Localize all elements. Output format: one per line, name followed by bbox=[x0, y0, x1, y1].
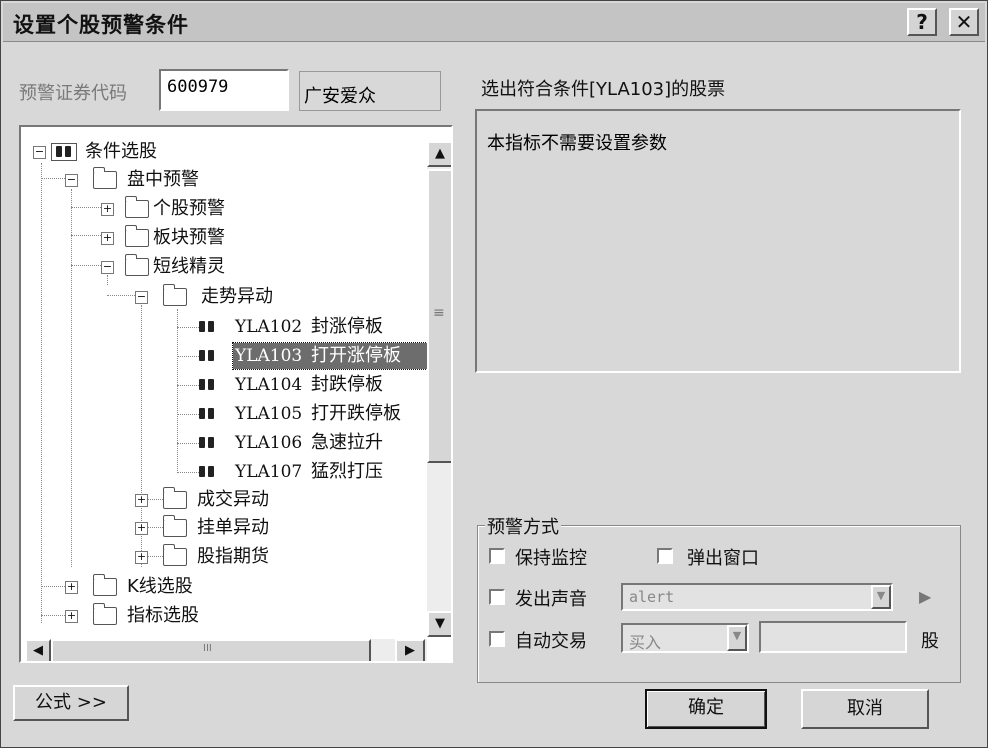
formula-button[interactable]: 公式 >> bbox=[13, 685, 129, 721]
keep-monitor-checkbox[interactable] bbox=[489, 548, 505, 564]
collapse-icon[interactable]: − bbox=[135, 291, 148, 304]
grip-icon: III bbox=[203, 643, 212, 654]
alert-method-label: 预警方式 bbox=[485, 513, 561, 539]
scroll-down-button[interactable]: ▼ bbox=[427, 611, 451, 637]
close-icon: ✕ bbox=[955, 10, 973, 34]
expand-icon[interactable]: + bbox=[135, 522, 148, 535]
title-bar[interactable]: 设置个股预警条件 ? ✕ bbox=[3, 3, 985, 42]
stock-name-field: 广安爱众 bbox=[299, 71, 441, 111]
trade-quantity-input[interactable] bbox=[759, 621, 907, 653]
play-sound-icon[interactable]: ▶ bbox=[919, 587, 931, 606]
grip-icon: ≡ bbox=[433, 305, 445, 321]
cancel-button[interactable]: 取消 bbox=[801, 689, 929, 729]
expand-icon[interactable]: + bbox=[135, 494, 148, 507]
binoculars-icon bbox=[199, 350, 215, 362]
collapse-icon[interactable]: − bbox=[101, 261, 114, 274]
vertical-scroll-thumb[interactable]: ≡ bbox=[427, 169, 451, 463]
chevron-left-icon: ◀ bbox=[33, 643, 43, 658]
sound-select-value: alert bbox=[629, 588, 675, 606]
expand-icon[interactable]: + bbox=[65, 581, 78, 594]
tree-vertical-scrollbar[interactable]: ▲ ≡ ▼ bbox=[427, 141, 451, 637]
stock-code-label: 预警证券代码 bbox=[19, 83, 127, 104]
dialog-title: 设置个股预警条件 bbox=[13, 13, 189, 37]
chevron-right-icon: ▶ bbox=[405, 643, 415, 658]
folder-icon bbox=[125, 254, 149, 276]
folder-icon bbox=[163, 544, 187, 566]
stock-name-value: 广安爱众 bbox=[304, 86, 376, 107]
expand-icon[interactable]: + bbox=[101, 203, 114, 216]
trade-direction-value: 买入 bbox=[629, 633, 662, 652]
quantity-unit-label: 股 bbox=[921, 631, 939, 652]
ok-button[interactable]: 确定 bbox=[645, 689, 767, 729]
auto-trade-checkbox[interactable] bbox=[489, 631, 505, 647]
scroll-right-button[interactable]: ▶ bbox=[395, 639, 425, 661]
tree-horizontal-scrollbar[interactable]: ◀ III ▶ bbox=[25, 639, 427, 661]
formula-button-label: 公式 >> bbox=[35, 692, 107, 713]
binoculars-icon bbox=[199, 379, 215, 391]
ok-button-label: 确定 bbox=[688, 697, 724, 718]
keep-monitor-label: 保持监控 bbox=[515, 548, 587, 569]
sound-select[interactable]: alert ▼ bbox=[621, 583, 893, 611]
binoculars-icon bbox=[199, 437, 215, 449]
collapse-icon[interactable]: − bbox=[65, 174, 78, 187]
folder-icon bbox=[93, 574, 117, 596]
folder-icon bbox=[93, 603, 117, 625]
parameter-panel: 本指标不需要设置参数 bbox=[475, 109, 961, 373]
parameter-text: 本指标不需要设置参数 bbox=[487, 133, 667, 154]
scroll-left-button[interactable]: ◀ bbox=[25, 639, 51, 661]
chevron-down-icon: ▼ bbox=[435, 616, 445, 631]
scroll-up-button[interactable]: ▲ bbox=[427, 141, 451, 167]
folder-icon bbox=[163, 487, 187, 509]
collapse-icon[interactable]: − bbox=[33, 146, 46, 159]
close-button[interactable]: ✕ bbox=[949, 8, 979, 36]
auto-trade-label: 自动交易 bbox=[515, 631, 587, 652]
folder-icon bbox=[125, 196, 149, 218]
popup-window-checkbox[interactable] bbox=[657, 548, 673, 564]
help-icon: ? bbox=[916, 10, 928, 34]
stock-code-input[interactable]: 600979 bbox=[159, 69, 289, 111]
condition-tree[interactable]: − 条件选股 − 盘中预警 + 个股预警 + 板块预警 − 短线精灵 − 走势异… bbox=[19, 125, 453, 663]
binoculars-icon bbox=[199, 321, 215, 333]
chevron-up-icon: ▲ bbox=[435, 146, 445, 161]
expand-icon[interactable]: + bbox=[135, 551, 148, 564]
popup-window-label: 弹出窗口 bbox=[687, 548, 759, 569]
warning-conditions-dialog: 设置个股预警条件 ? ✕ 预警证券代码 600979 广安爱众 − 条件选股 −… bbox=[0, 0, 988, 748]
folder-icon bbox=[125, 225, 149, 247]
horizontal-scroll-thumb[interactable]: III bbox=[51, 639, 371, 661]
cancel-button-label: 取消 bbox=[847, 698, 883, 719]
expand-icon[interactable]: + bbox=[65, 610, 78, 623]
chevron-down-icon[interactable]: ▼ bbox=[871, 585, 891, 609]
sound-label: 发出声音 bbox=[515, 589, 587, 610]
binoculars-icon bbox=[199, 466, 215, 478]
binoculars-icon bbox=[51, 143, 77, 161]
stock-code-value: 600979 bbox=[167, 77, 229, 97]
folder-icon bbox=[93, 167, 117, 189]
help-button[interactable]: ? bbox=[907, 8, 937, 36]
binoculars-icon bbox=[199, 408, 215, 420]
chevron-down-icon[interactable]: ▼ bbox=[727, 625, 747, 651]
folder-icon bbox=[163, 515, 187, 537]
sound-checkbox[interactable] bbox=[489, 589, 505, 605]
folder-icon bbox=[163, 284, 187, 306]
trade-direction-select[interactable]: 买入 ▼ bbox=[621, 623, 749, 653]
expand-icon[interactable]: + bbox=[101, 232, 114, 245]
selection-header: 选出符合条件[YLA103]的股票 bbox=[481, 79, 726, 100]
